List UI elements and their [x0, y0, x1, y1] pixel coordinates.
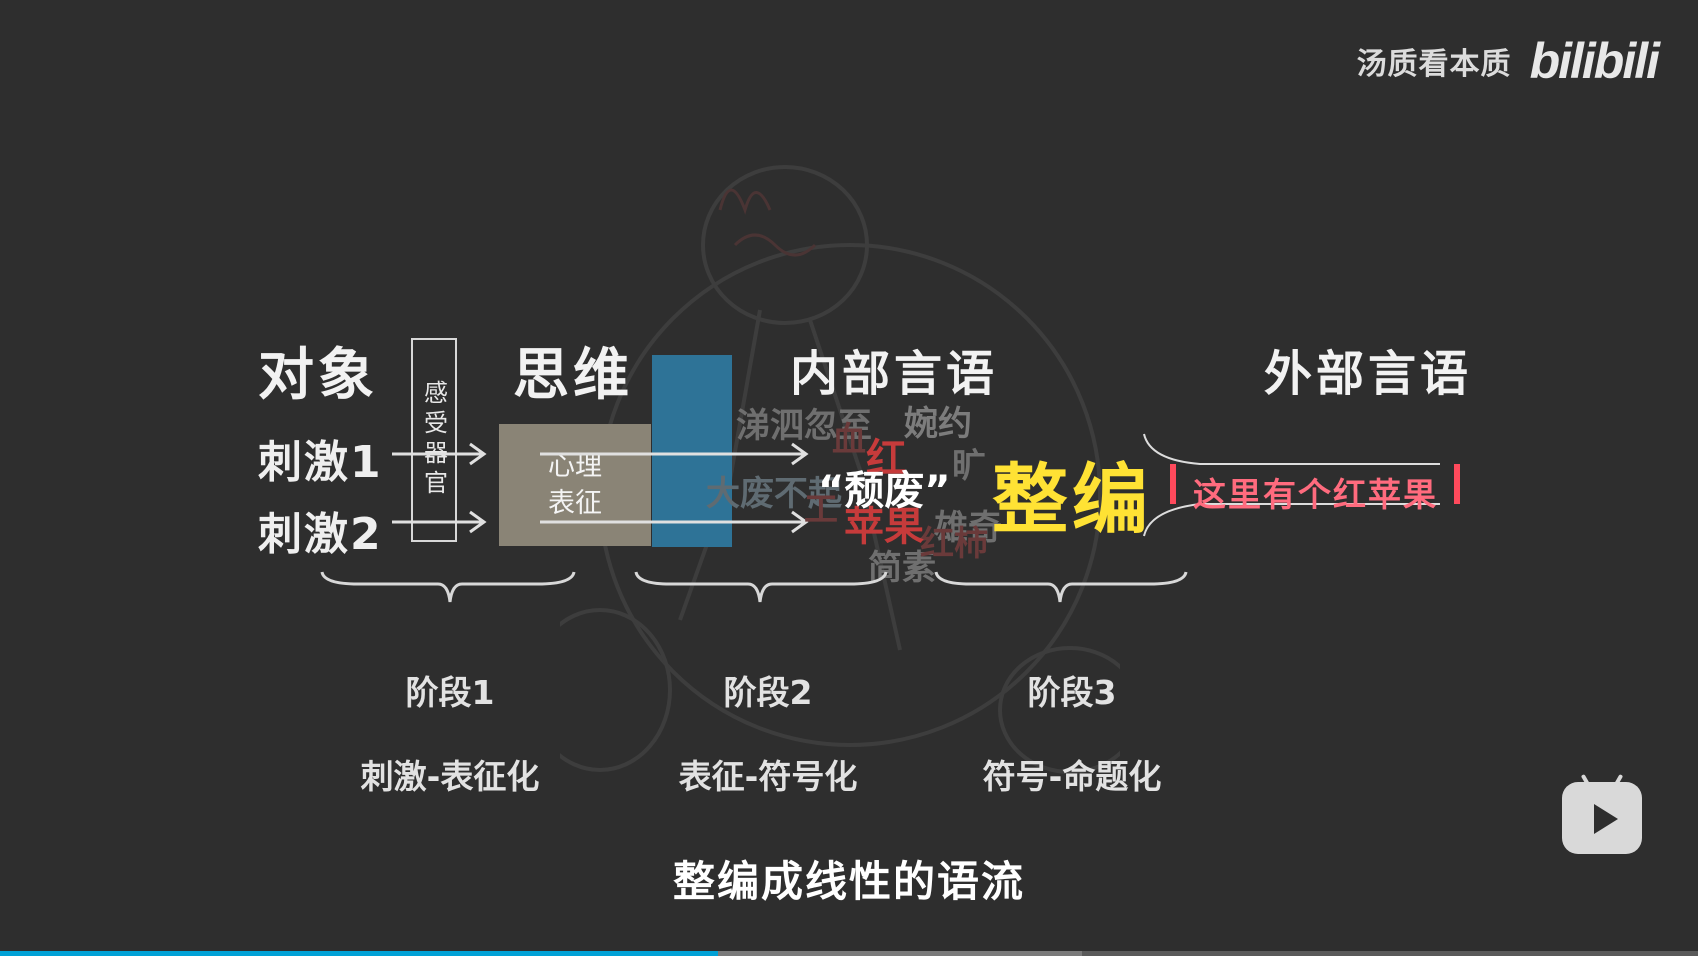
brace-stage-1 — [320, 571, 576, 603]
heading-outer-speech: 外部言语 — [1264, 346, 1473, 402]
inner-word: 旷 — [952, 446, 986, 486]
stage-3-title: 阶段3 — [1027, 673, 1117, 712]
play-icon — [1594, 804, 1618, 834]
quoted-word: “颓废” — [818, 468, 951, 514]
video-subtitle: 整编成线性的语流 — [672, 857, 1025, 906]
stage-3-label: 阶段3 符号-命题化 — [952, 630, 1192, 840]
inner-word: 血 — [832, 420, 866, 460]
organize-label: 整编 — [992, 455, 1152, 544]
stage-1-desc: 刺激-表征化 — [360, 757, 540, 796]
tv-ear-left-icon — [1580, 773, 1592, 789]
heading-object: 对象 — [258, 343, 378, 408]
stage-2-label: 阶段2 表征-符号化 — [648, 630, 888, 840]
inner-word: 红柿 — [920, 524, 988, 564]
heading-inner-speech: 内部言语 — [790, 346, 999, 402]
heading-thinking: 思维 — [513, 343, 633, 408]
video-progress-bar[interactable] — [0, 951, 1698, 956]
stage-3-desc: 符号-命题化 — [982, 757, 1162, 796]
stage-braces — [320, 571, 1188, 603]
brace-stage-3 — [934, 571, 1188, 603]
outer-speech-sentence: 这里有个红苹果 — [1193, 475, 1438, 514]
stage-2-title: 阶段2 — [723, 673, 813, 712]
channel-name: 汤质看本质 — [1356, 47, 1512, 82]
stimulus-2-label: 刺激2 — [258, 509, 383, 560]
channel-watermark: 汤质看本质 bilibili — [1356, 32, 1660, 90]
bilibili-logo: bilibili — [1529, 33, 1660, 89]
stage-2-desc: 表征-符号化 — [678, 757, 858, 796]
progress-played — [0, 951, 719, 956]
play-button[interactable] — [1562, 773, 1642, 854]
stimulus-1-label: 刺激1 — [258, 437, 383, 488]
stage-1-title: 阶段1 — [405, 673, 495, 712]
brace-stage-2 — [634, 571, 888, 603]
stage-1-label: 阶段1 刺激-表征化 — [330, 630, 570, 840]
tv-ear-right-icon — [1612, 773, 1624, 789]
